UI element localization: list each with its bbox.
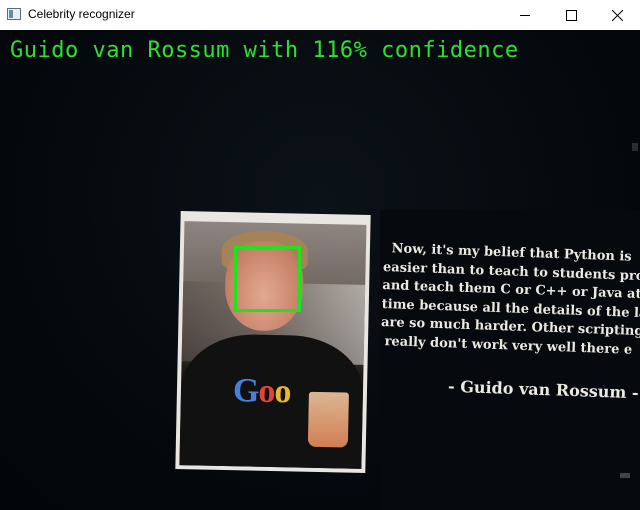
cup	[307, 391, 349, 448]
face-detection-box	[234, 246, 301, 312]
title-bar: Celebrity recognizer	[0, 0, 640, 30]
window-title: Celebrity recognizer	[28, 7, 135, 21]
shirt-logo-letter-1: G	[232, 372, 259, 410]
maximize-icon	[565, 9, 577, 21]
camera-view: Guido van Rossum with 116% confidence Go…	[0, 30, 640, 510]
screen-mark	[620, 473, 630, 478]
close-icon	[611, 9, 623, 21]
minimize-button[interactable]	[502, 0, 548, 30]
minimize-icon	[519, 14, 530, 16]
app-window-icon	[7, 8, 21, 20]
quote-text: Now, it's my belief that Python is easie…	[380, 240, 640, 360]
shirt-logo-letter-3: o	[274, 373, 291, 411]
close-button[interactable]	[594, 0, 640, 30]
recognition-label: Guido van Rossum with 116% confidence	[10, 38, 519, 63]
screen-mark	[632, 143, 638, 151]
maximize-button[interactable]	[548, 0, 594, 30]
shirt-logo: Goo	[233, 372, 291, 411]
shirt-logo-letter-2: o	[258, 372, 275, 411]
